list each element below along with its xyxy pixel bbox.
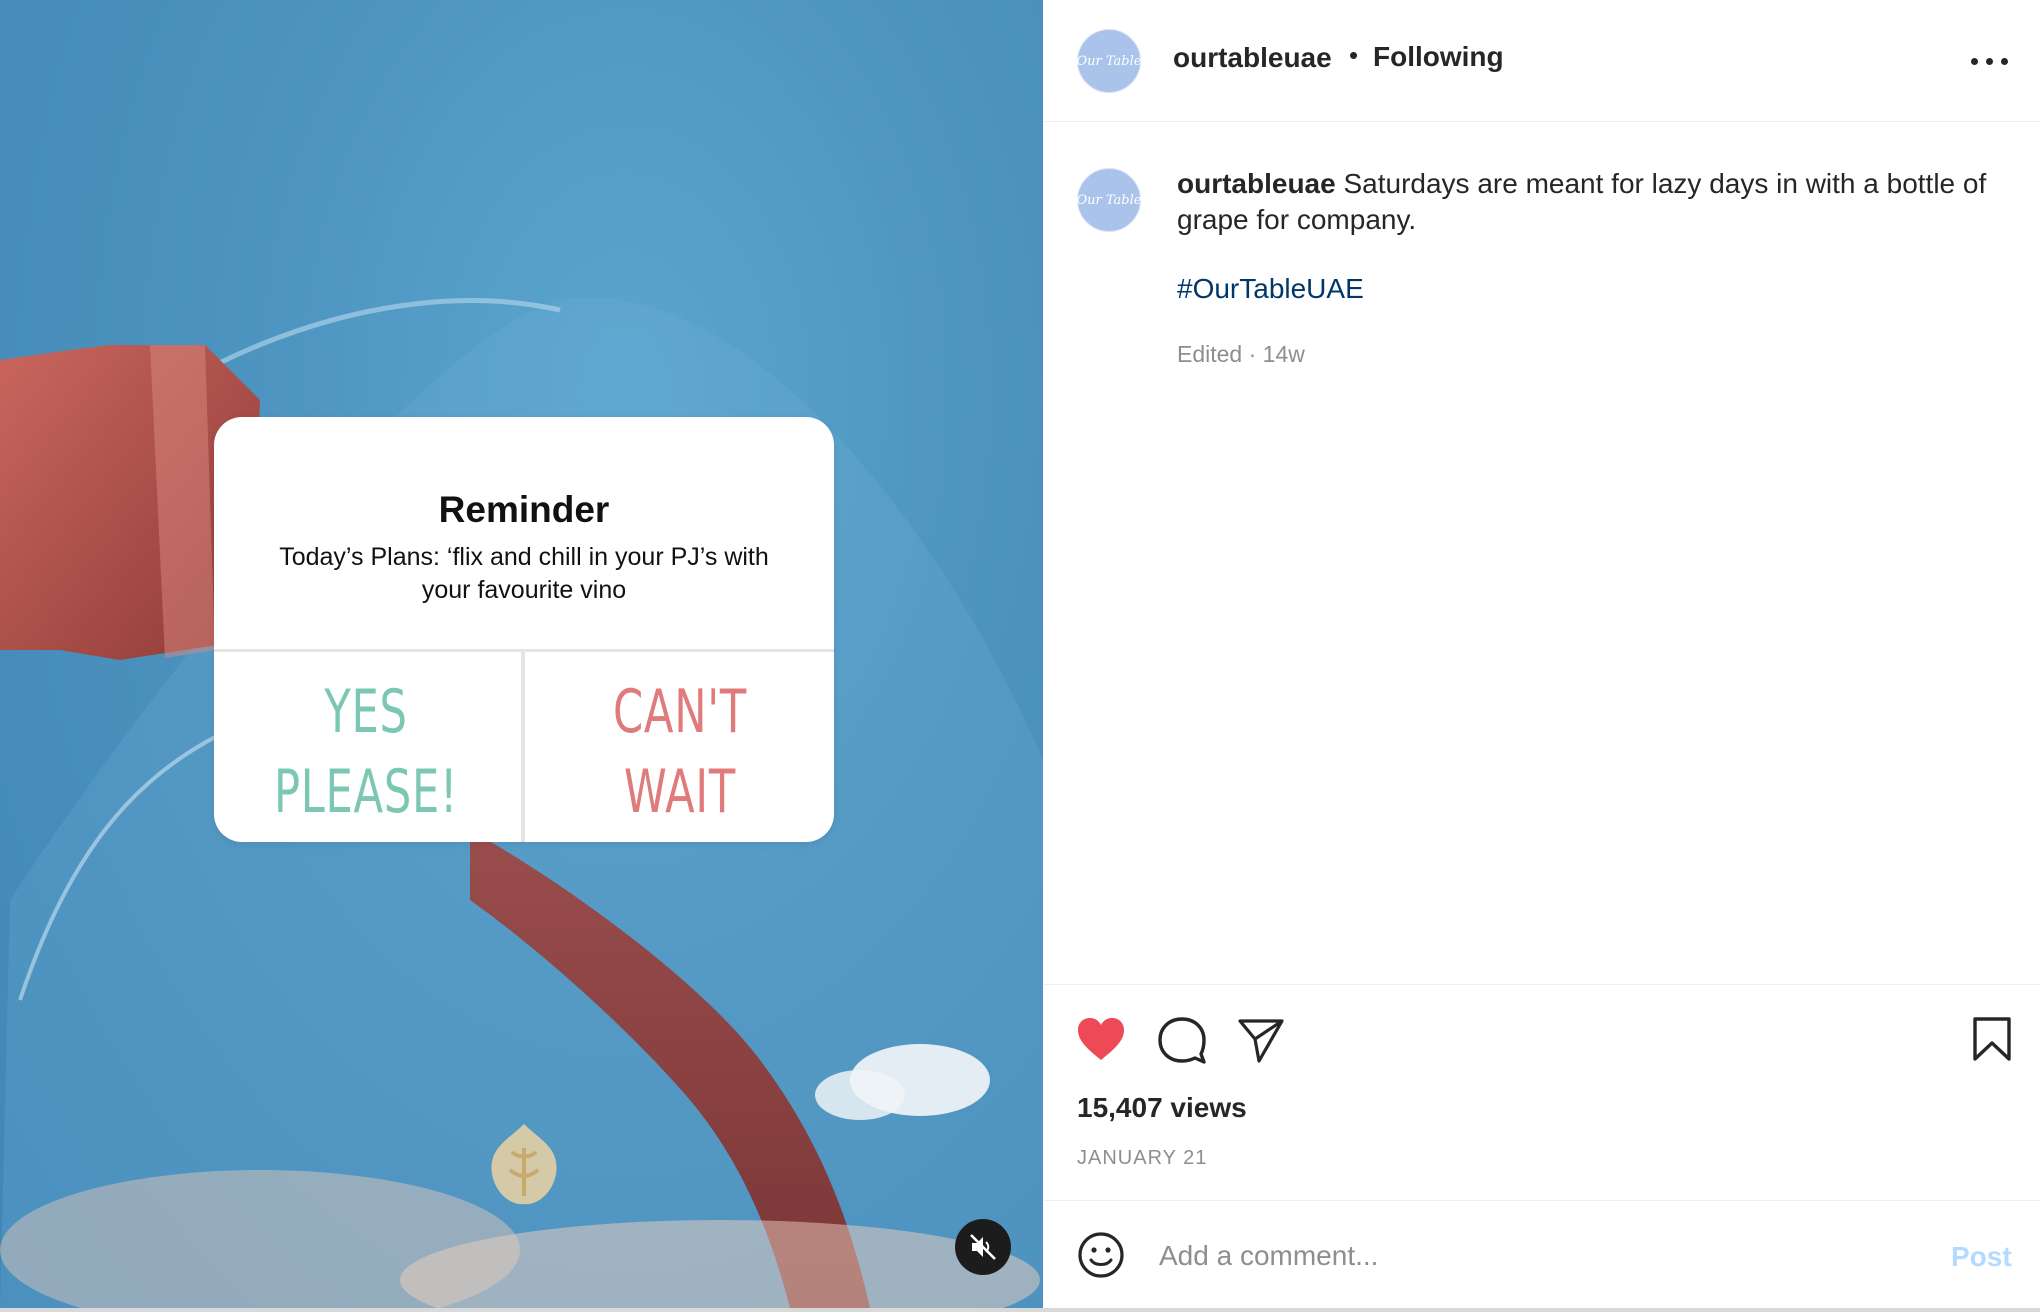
divider [521, 652, 525, 842]
post-comment-button[interactable]: Post [1951, 1241, 2012, 1273]
share-button[interactable] [1237, 1017, 1285, 1068]
caption-username-link[interactable]: ourtableuae [1177, 168, 1336, 199]
heart-filled-icon [1078, 1018, 1124, 1060]
reminder-sticker: Reminder Today’s Plans: ‘flix and chill … [214, 417, 834, 842]
post-header: Our Table ourtableuae • Following [1043, 0, 2040, 122]
bookmark-icon [1973, 1017, 2011, 1061]
hashtag-link[interactable]: #OurTableUAE [1177, 273, 1364, 305]
avatar[interactable]: Our Table [1077, 168, 1141, 232]
more-options-button[interactable] [1971, 56, 2011, 68]
post-date[interactable]: JANUARY 21 [1077, 1147, 1207, 1170]
comment-icon [1158, 1017, 1206, 1064]
comment-input[interactable] [1157, 1229, 1861, 1283]
caption-text: ourtableuae Saturdays are meant for lazy… [1177, 166, 2017, 238]
emoji-button[interactable] [1077, 1231, 1125, 1284]
reminder-title: Reminder [438, 489, 610, 530]
action-bar: 15,407 views JANUARY 21 [1043, 984, 2040, 1201]
save-button[interactable] [1971, 1016, 2013, 1067]
comment-button[interactable] [1157, 1016, 1207, 1069]
post-media-video[interactable]: Reminder Today’s Plans: ‘flix and chill … [0, 0, 1043, 1308]
comment-bar: Post [1043, 1200, 2040, 1309]
author-username-link[interactable]: ourtableuae [1173, 42, 1332, 74]
paper-plane-icon [1238, 1019, 1284, 1063]
mute-toggle-button[interactable] [955, 1219, 1011, 1275]
speaker-muted-icon [970, 1234, 996, 1260]
reminder-text: Today’s Plans: ‘flix and chill in your P… [279, 543, 769, 604]
smiley-icon [1078, 1232, 1124, 1278]
view-count[interactable]: 15,407 views [1077, 1092, 1247, 1124]
separator-dot: • [1349, 40, 1359, 70]
following-button[interactable]: Following [1373, 41, 1504, 73]
brand-watermark-icon [491, 1124, 557, 1205]
reminder-option-yes[interactable]: YES PLEASE! [258, 672, 474, 832]
avatar[interactable]: Our Table [1077, 29, 1141, 93]
post-detail-panel: Our Table ourtableuae • Following Our Ta… [1043, 0, 2040, 1308]
reminder-option-cant-wait[interactable]: CAN'T WAIT [572, 672, 788, 832]
like-button[interactable] [1076, 1016, 1126, 1067]
edited-timestamp: Edited · 14w [1177, 341, 1305, 367]
window-bottom-edge [0, 1308, 2040, 1312]
